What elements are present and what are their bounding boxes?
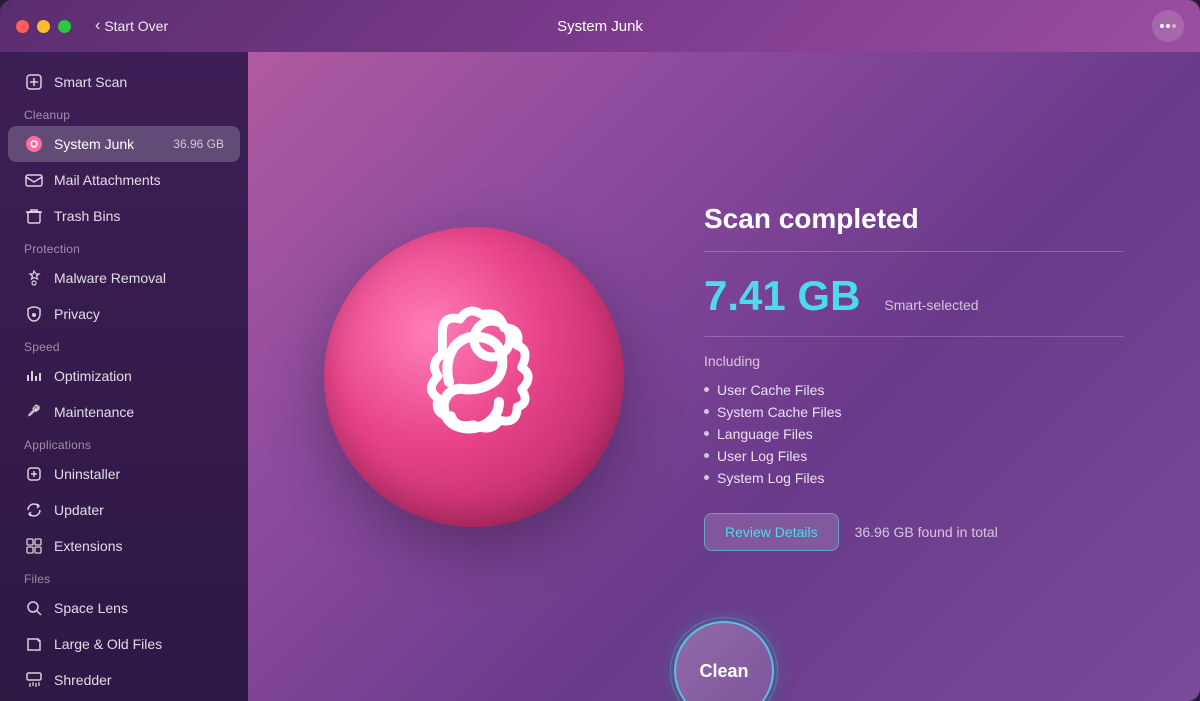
divider-1 — [704, 251, 1124, 252]
including-label: Including — [704, 353, 1124, 369]
clean-btn-container: Clean — [674, 601, 774, 701]
bullet-icon — [704, 453, 709, 458]
system-junk-badge: 36.96 GB — [173, 137, 224, 151]
section-applications: Applications — [0, 430, 248, 456]
sidebar-item-uninstaller[interactable]: Uninstaller — [8, 456, 240, 492]
file-list: User Cache Files System Cache Files Lang… — [704, 379, 1124, 489]
smart-selected-label: Smart-selected — [884, 297, 978, 313]
app-icon — [324, 227, 624, 527]
icon-circle — [324, 227, 624, 527]
window-title: System Junk — [557, 18, 643, 35]
privacy-label: Privacy — [54, 306, 224, 322]
review-details-button[interactable]: Review Details — [704, 513, 839, 551]
section-cleanup: Cleanup — [0, 100, 248, 126]
close-button[interactable] — [16, 20, 29, 33]
sidebar-item-space-lens[interactable]: Space Lens — [8, 590, 240, 626]
list-item: System Cache Files — [704, 401, 1124, 423]
file-item-2: Language Files — [717, 426, 813, 442]
bullet-icon — [704, 475, 709, 480]
uninstaller-icon — [24, 464, 44, 484]
action-row: Review Details 36.96 GB found in total — [704, 513, 1124, 551]
system-junk-icon — [24, 134, 44, 154]
space-lens-label: Space Lens — [54, 600, 224, 616]
info-panel: Scan completed 7.41 GB Smart-selected In… — [704, 203, 1124, 551]
privacy-icon — [24, 304, 44, 324]
bullet-icon — [704, 431, 709, 436]
list-item: System Log Files — [704, 467, 1124, 489]
malware-removal-label: Malware Removal — [54, 270, 224, 286]
found-text: 36.96 GB found in total — [855, 524, 998, 540]
bullet-icon — [704, 387, 709, 392]
shredder-icon — [24, 670, 44, 690]
file-item-0: User Cache Files — [717, 382, 824, 398]
file-item-3: User Log Files — [717, 448, 807, 464]
back-chevron-icon: ‹ — [95, 17, 100, 35]
traffic-lights — [16, 20, 71, 33]
uninstaller-label: Uninstaller — [54, 466, 224, 482]
smart-scan-icon — [24, 72, 44, 92]
list-item: User Log Files — [704, 445, 1124, 467]
file-item-4: System Log Files — [717, 470, 824, 486]
sidebar-item-shredder[interactable]: Shredder — [8, 662, 240, 698]
extensions-label: Extensions — [54, 538, 224, 554]
section-speed: Speed — [0, 332, 248, 358]
sidebar-item-large-old-files[interactable]: Large & Old Files — [8, 626, 240, 662]
file-item-1: System Cache Files — [717, 404, 841, 420]
updater-label: Updater — [54, 502, 224, 518]
title-bar: ‹ Start Over System Junk — [0, 0, 1200, 52]
panel-content: Scan completed 7.41 GB Smart-selected In… — [248, 163, 1200, 591]
size-row: 7.41 GB Smart-selected — [704, 272, 1124, 320]
optimization-icon — [24, 366, 44, 386]
mail-attachments-label: Mail Attachments — [54, 172, 224, 188]
minimize-button[interactable] — [37, 20, 50, 33]
dots-icon — [1160, 24, 1176, 28]
section-protection: Protection — [0, 234, 248, 260]
right-panel: Scan completed 7.41 GB Smart-selected In… — [248, 52, 1200, 701]
section-files: Files — [0, 564, 248, 590]
malware-icon — [24, 268, 44, 288]
sidebar-item-maintenance[interactable]: Maintenance — [8, 394, 240, 430]
sidebar-item-trash-bins[interactable]: Trash Bins — [8, 198, 240, 234]
clean-button[interactable]: Clean — [674, 621, 774, 701]
bullet-icon — [704, 409, 709, 414]
menu-icon[interactable] — [1152, 10, 1184, 42]
smart-scan-label: Smart Scan — [54, 74, 224, 90]
sidebar-item-extensions[interactable]: Extensions — [8, 528, 240, 564]
size-value: 7.41 GB — [704, 272, 860, 320]
maintenance-icon — [24, 402, 44, 422]
back-button[interactable]: ‹ Start Over — [95, 17, 168, 35]
list-item: Language Files — [704, 423, 1124, 445]
sidebar: Smart Scan Cleanup System Junk 36.96 GB — [0, 52, 248, 701]
sidebar-item-updater[interactable]: Updater — [8, 492, 240, 528]
shredder-label: Shredder — [54, 672, 224, 688]
divider-2 — [704, 336, 1124, 337]
large-files-icon — [24, 634, 44, 654]
sidebar-item-privacy[interactable]: Privacy — [8, 296, 240, 332]
list-item: User Cache Files — [704, 379, 1124, 401]
back-label: Start Over — [104, 18, 168, 34]
large-old-files-label: Large & Old Files — [54, 636, 224, 652]
scan-completed-title: Scan completed — [704, 203, 1124, 235]
sidebar-item-malware-removal[interactable]: Malware Removal — [8, 260, 240, 296]
extensions-icon — [24, 536, 44, 556]
maximize-button[interactable] — [58, 20, 71, 33]
trash-bins-label: Trash Bins — [54, 208, 224, 224]
app-window: ‹ Start Over System Junk S — [0, 0, 1200, 701]
main-content: Smart Scan Cleanup System Junk 36.96 GB — [0, 52, 1200, 701]
mail-icon — [24, 170, 44, 190]
updater-icon — [24, 500, 44, 520]
sidebar-item-system-junk[interactable]: System Junk 36.96 GB — [8, 126, 240, 162]
sidebar-item-mail-attachments[interactable]: Mail Attachments — [8, 162, 240, 198]
system-junk-label: System Junk — [54, 136, 163, 152]
cleaner-logo-svg — [384, 287, 564, 467]
space-lens-icon — [24, 598, 44, 618]
sidebar-item-optimization[interactable]: Optimization — [8, 358, 240, 394]
optimization-label: Optimization — [54, 368, 224, 384]
trash-icon — [24, 206, 44, 226]
maintenance-label: Maintenance — [54, 404, 224, 420]
sidebar-item-smart-scan[interactable]: Smart Scan — [8, 64, 240, 100]
